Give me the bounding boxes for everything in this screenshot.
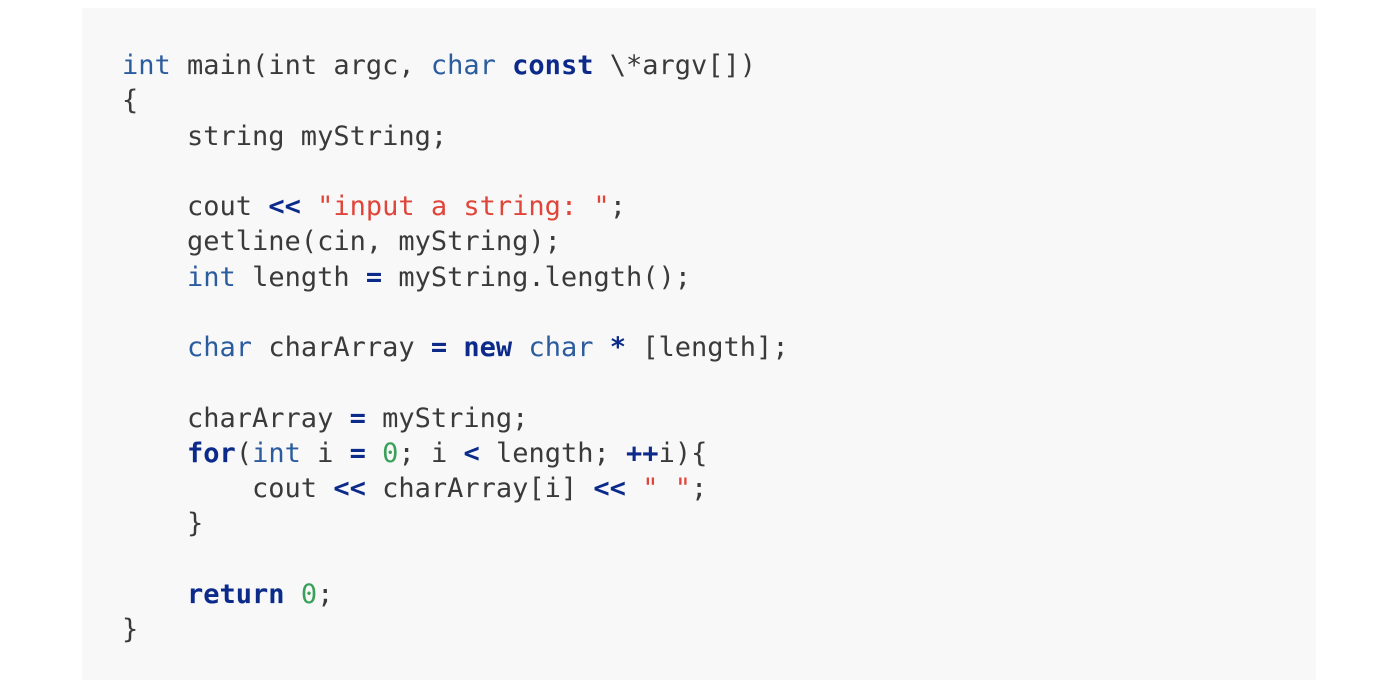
code-line: cout << "input a string: "; [122, 189, 789, 224]
code-token: int [187, 261, 236, 293]
code-token: main(int argc, [170, 50, 431, 81]
code-token: \*argv[]) [593, 50, 757, 81]
code-token: << [593, 473, 626, 504]
code-token: int [252, 437, 301, 469]
code-line: } [122, 612, 789, 647]
code-token: } [122, 508, 204, 540]
code-token: getline(cin, myString); [122, 226, 561, 258]
code-token: charArray [252, 332, 431, 363]
code-token: const [512, 50, 594, 81]
code-token: char [528, 332, 594, 363]
code-token: ; i [398, 437, 464, 469]
code-token: = [349, 402, 366, 434]
code-line: for(int i = 0; i < length; ++i){ [122, 436, 789, 471]
code-line: { [122, 83, 789, 118]
code-line: } [122, 506, 789, 541]
code-token: length; [479, 437, 627, 469]
code-token: 0 [300, 578, 318, 610]
code-line: char charArray = new char * [length]; [122, 330, 789, 365]
code-block: int main(int argc, char const \*argv[]){… [82, 8, 1316, 680]
code-token: 0 [382, 437, 399, 469]
code-token: * [609, 332, 627, 363]
code-token: i){ [658, 437, 708, 469]
code-token: << [268, 191, 301, 222]
code-token: << [333, 473, 366, 504]
code-token: "input a string: " [317, 191, 610, 222]
code-token: ; [690, 473, 708, 504]
code-token: [length]; [626, 332, 789, 363]
code-token: = [349, 437, 366, 469]
code-token: string myString; [122, 120, 448, 152]
code-token: new [463, 332, 513, 363]
code-token: charArray [122, 402, 350, 434]
code-token: < [463, 437, 480, 469]
code-token: ( [235, 437, 253, 469]
code-token: myString; [365, 402, 529, 434]
code-line: cout << charArray[i] << " "; [122, 471, 789, 506]
code-token: char [187, 332, 253, 363]
code-token: char [430, 50, 496, 81]
code-token: ++ [626, 437, 659, 469]
code-line: return 0; [122, 577, 789, 612]
code-content: int main(int argc, char const \*argv[]){… [122, 48, 789, 647]
code-token: = [365, 261, 383, 293]
code-token: charArray[i] [365, 473, 594, 504]
code-token: cout [122, 191, 269, 222]
code-line: int main(int argc, char const \*argv[]) [122, 48, 789, 83]
code-line: int length = myString.length(); [122, 260, 789, 295]
code-token: return [187, 578, 285, 610]
code-token: = [430, 332, 448, 363]
code-token: myString.length(); [382, 261, 691, 293]
code-token: length [235, 261, 366, 293]
code-token: ; [609, 191, 626, 222]
code-token: } [122, 614, 139, 645]
code-token: int [122, 50, 171, 81]
code-token: cout [122, 473, 334, 504]
code-line: string myString; [122, 119, 789, 154]
code-line: getline(cin, myString); [122, 224, 789, 259]
code-token: for [187, 437, 236, 469]
code-token: " " [642, 473, 691, 504]
code-token: ; [317, 578, 334, 610]
code-token: i [300, 437, 350, 469]
code-line: charArray = myString; [122, 401, 789, 436]
code-token: { [122, 85, 139, 117]
